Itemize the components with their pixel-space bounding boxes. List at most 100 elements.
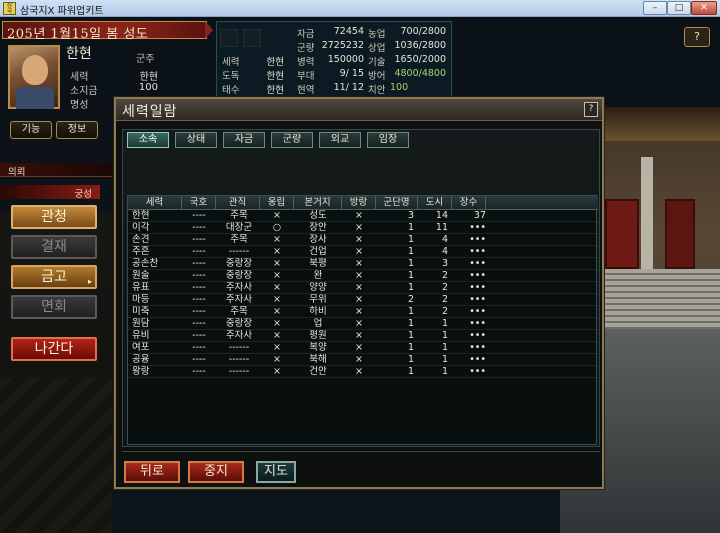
stat-label-faction: 세력	[222, 57, 240, 68]
table-row[interactable]: 한현 ---- 주목 × 성도 × 3 14 37	[128, 210, 598, 222]
column-header-generals[interactable]: 장수	[452, 196, 486, 210]
cell-faction: 주흔	[132, 246, 150, 257]
cell-corps: 3	[407, 210, 414, 221]
ruler-portrait[interactable]	[8, 45, 60, 109]
column-header-enthrone[interactable]: 옹립	[260, 196, 294, 210]
profile-label-gold: 소지금	[70, 86, 98, 97]
stop-button[interactable]: 중지	[188, 461, 244, 483]
stat-value-defense: 4800/4800	[394, 68, 446, 79]
tab-food[interactable]: 군량	[271, 132, 313, 148]
cell-generals: •••	[469, 222, 486, 233]
column-header-wander[interactable]: 방랑	[342, 196, 376, 210]
column-header-corps[interactable]: 군단명	[376, 196, 418, 210]
table-row[interactable]: 손견 ---- 주목 × 장사 × 1 4 •••	[128, 234, 598, 246]
cell-base: 북평	[309, 258, 327, 269]
close-button[interactable]: ✕	[691, 1, 717, 15]
cell-enthrone: ×	[273, 366, 281, 377]
menu-approval-button[interactable]: 결재	[11, 235, 97, 259]
table-row[interactable]: 왕랑 ---- ------ × 건안 × 1 1 •••	[128, 366, 598, 378]
cell-cities: 3	[441, 258, 448, 269]
cell-cities: 2	[441, 306, 448, 317]
cell-faction: 원술	[132, 270, 150, 281]
tab-funds[interactable]: 자금	[223, 132, 265, 148]
cell-generals: 37	[473, 210, 486, 221]
minimize-button[interactable]: –	[643, 1, 667, 15]
column-header-rank[interactable]: 관직	[216, 196, 260, 210]
menu-audience-button[interactable]: 면회	[11, 295, 97, 319]
tab-stance[interactable]: 임장	[367, 132, 409, 148]
cell-corps: 1	[407, 306, 414, 317]
cell-corps: 1	[407, 234, 414, 245]
stat-value-active: 11/ 12	[333, 82, 364, 93]
column-header-country[interactable]: 국호	[182, 196, 216, 210]
cell-wander: ×	[355, 222, 363, 233]
profile-label-faction: 세력	[70, 72, 89, 83]
cell-country: ----	[192, 258, 206, 269]
help-button[interactable]: ?	[684, 27, 710, 47]
cell-rank: ------	[228, 246, 250, 257]
cell-cities: 1	[441, 318, 448, 329]
cell-rank: 주목	[230, 210, 248, 221]
table-row[interactable]: 공손찬 ---- 중랑장 × 북평 × 1 3 •••	[128, 258, 598, 270]
cell-base: 양양	[309, 282, 327, 293]
menu-treasury-button[interactable]: 금고 ▸	[11, 265, 97, 289]
tab-affiliation[interactable]: 소속	[127, 132, 169, 148]
cell-enthrone: ○	[272, 222, 282, 233]
table-row[interactable]: 공융 ---- ------ × 북해 × 1 1 •••	[128, 354, 598, 366]
tab-function[interactable]: 기능	[10, 121, 52, 139]
menu-office-button[interactable]: 관청	[11, 205, 97, 229]
cell-enthrone: ×	[273, 342, 281, 353]
stat-value-governor: 한현	[266, 71, 284, 82]
table-row[interactable]: 유표 ---- 주자사 × 양양 × 1 2 •••	[128, 282, 598, 294]
cell-faction: 공손찬	[132, 258, 159, 269]
tab-diplomacy[interactable]: 외교	[319, 132, 361, 148]
cell-wander: ×	[355, 210, 363, 221]
cell-faction: 미축	[132, 306, 150, 317]
cell-rank: 주자사	[225, 330, 253, 341]
stat-value-technology: 1650/2000	[394, 54, 446, 65]
cell-country: ----	[192, 306, 206, 317]
table-row[interactable]: 이각 ---- 대장군 ○ 장안 × 1 11 •••	[128, 222, 598, 234]
stat-label-governor: 도독	[222, 71, 240, 82]
stat-value-funds: 72454	[333, 26, 364, 37]
table-row[interactable]: 여포 ---- ------ × 복양 × 1 1 •••	[128, 342, 598, 354]
maximize-button[interactable]: □	[667, 1, 691, 15]
map-button[interactable]: 지도	[256, 461, 296, 483]
left-panel-pattern	[0, 377, 112, 533]
cell-country: ----	[192, 342, 206, 353]
cell-rank: 중랑장	[225, 258, 253, 269]
table-row[interactable]: 주흔 ---- ------ × 건업 × 1 4 •••	[128, 246, 598, 258]
stat-label-agriculture: 농업	[368, 29, 386, 40]
table-row[interactable]: 원담 ---- 중랑장 × 업 × 1 1 •••	[128, 318, 598, 330]
column-header-cities[interactable]: 도시	[418, 196, 452, 210]
tab-info[interactable]: 정보	[56, 121, 98, 139]
cell-faction: 여포	[132, 342, 150, 353]
cell-cities: 2	[441, 270, 448, 281]
cell-rank: ------	[228, 342, 250, 353]
tab-status[interactable]: 상태	[175, 132, 217, 148]
palace-strip: 궁성	[0, 185, 100, 200]
table-row[interactable]: 원술 ---- 중랑장 × 완 × 1 2 •••	[128, 270, 598, 282]
menu-exit-button[interactable]: 나간다	[11, 337, 97, 361]
request-label: 의뢰	[8, 167, 26, 178]
cell-rank: ------	[228, 366, 250, 377]
stat-label-food: 군량	[297, 43, 315, 54]
window-title: 삼국지X 파워업키트	[20, 6, 104, 17]
cell-base: 건안	[309, 366, 327, 377]
cell-cities: 4	[441, 246, 448, 257]
cell-generals: •••	[469, 342, 486, 353]
cell-corps: 1	[407, 258, 414, 269]
back-button[interactable]: 뒤로	[124, 461, 180, 483]
table-row[interactable]: 마등 ---- 주자사 × 무위 × 2 2 •••	[128, 294, 598, 306]
table-row[interactable]: 미축 ---- 주목 × 하비 × 1 2 •••	[128, 306, 598, 318]
ruler-name: 한현	[66, 46, 92, 62]
cell-enthrone: ×	[273, 306, 281, 317]
palace-pillar	[641, 157, 653, 277]
cell-country: ----	[192, 330, 206, 341]
dialog-help-button[interactable]: ?	[584, 102, 598, 117]
cell-generals: •••	[469, 294, 486, 305]
column-header-faction[interactable]: 세력	[128, 196, 182, 210]
stat-label-technology: 기술	[368, 57, 386, 68]
column-header-base[interactable]: 본거지	[294, 196, 342, 210]
table-row[interactable]: 유비 ---- 주자사 × 평원 × 1 1 •••	[128, 330, 598, 342]
